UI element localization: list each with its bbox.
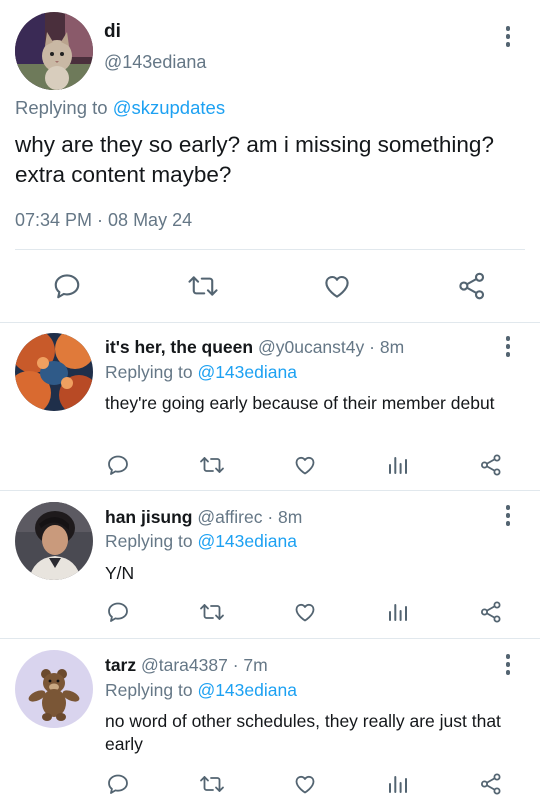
like-button[interactable]: [291, 598, 319, 626]
analytics-icon: [389, 457, 407, 474]
reply-text: they're going early because of their mem…: [105, 393, 495, 413]
reply-icon: [108, 602, 128, 622]
cat-avatar[interactable]: [15, 12, 93, 90]
more-options-icon[interactable]: [502, 505, 514, 529]
author-name[interactable]: han jisung: [105, 507, 193, 527]
replying-to-label: Replying to: [105, 680, 193, 700]
like-button[interactable]: [291, 451, 319, 479]
reply-tweet[interactable]: it's her, the queen @y0ucanst4y · 8m Rep…: [0, 323, 540, 490]
tweet-age: · 8m: [369, 337, 405, 357]
reply-button[interactable]: [50, 270, 84, 302]
more-options-icon[interactable]: [502, 654, 514, 678]
analytics-button[interactable]: [384, 451, 412, 479]
author-handle[interactable]: @tara4387: [141, 655, 228, 675]
reply-text: Y/N: [105, 563, 135, 583]
reply-icon: [54, 274, 80, 299]
analytics-icon: [389, 776, 407, 793]
share-icon: [481, 773, 501, 795]
reply-icon: [108, 774, 128, 794]
like-icon: [295, 775, 315, 794]
like-icon: [325, 275, 349, 298]
replying-to-label: Replying to: [15, 97, 108, 118]
analytics-icon: [389, 604, 407, 621]
share-button[interactable]: [455, 270, 489, 302]
teddy-bear-avatar-image: [15, 650, 93, 728]
retweet-button[interactable]: [197, 598, 227, 626]
retweet-button[interactable]: [197, 770, 227, 798]
like-button[interactable]: [291, 770, 319, 798]
person-avatar-image: [15, 502, 93, 580]
reply-header: han jisung @affirec · 8m: [105, 507, 302, 528]
reply-header: tarz @tara4387 · 7m: [105, 655, 268, 676]
author-name[interactable]: tarz: [105, 655, 136, 675]
retweet-icon: [200, 776, 224, 792]
like-icon: [295, 456, 315, 475]
like-button[interactable]: [320, 270, 354, 302]
retweet-button[interactable]: [185, 270, 221, 302]
share-button[interactable]: [477, 598, 505, 626]
reply-button[interactable]: [104, 770, 132, 798]
reply-text: no word of other schedules, they really …: [105, 711, 501, 754]
analytics-button[interactable]: [384, 598, 412, 626]
share-icon: [481, 601, 501, 623]
share-button[interactable]: [477, 770, 505, 798]
sunset-clouds-avatar[interactable]: [15, 333, 93, 411]
replying-to-label: Replying to: [105, 362, 193, 382]
replying-to: Replying to @143ediana: [105, 362, 297, 383]
author-name[interactable]: di: [104, 21, 121, 43]
person-avatar[interactable]: [15, 502, 93, 580]
retweet-icon: [200, 457, 224, 473]
replying-to: Replying to @143ediana: [105, 680, 297, 701]
reply-header: it's her, the queen @y0ucanst4y · 8m: [105, 337, 404, 358]
tweet-age: · 7m: [232, 655, 268, 675]
replying-to-link[interactable]: @skzupdates: [113, 97, 225, 118]
share-icon: [481, 454, 501, 476]
like-icon: [295, 603, 315, 622]
teddy-bear-avatar[interactable]: [15, 650, 93, 728]
replying-to-link[interactable]: @143ediana: [197, 362, 297, 382]
divider: [15, 249, 525, 250]
replying-to-link[interactable]: @143ediana: [197, 531, 297, 551]
more-options-icon[interactable]: [502, 336, 514, 360]
sunset-clouds-avatar-image: [15, 333, 93, 411]
reply-tweet[interactable]: han jisung @affirec · 8m Replying to @14…: [0, 491, 540, 638]
retweet-button[interactable]: [197, 451, 227, 479]
main-tweet: di @143ediana Replying to @skzupdates wh…: [0, 0, 540, 323]
replying-to: Replying to @skzupdates: [15, 97, 225, 119]
reply-tweet[interactable]: tarz @tara4387 · 7m Replying to @143edia…: [0, 639, 540, 810]
replying-to-label: Replying to: [105, 531, 193, 551]
reply-button[interactable]: [104, 598, 132, 626]
tweet-timestamp: 07:34 PM · 08 May 24: [15, 210, 193, 230]
tweet-text: why are they so early? am i missing some…: [15, 132, 494, 187]
tweet-age: · 8m: [267, 507, 303, 527]
replying-to-link[interactable]: @143ediana: [197, 680, 297, 700]
more-options-icon[interactable]: [502, 26, 514, 50]
cat-avatar-image: [15, 12, 93, 90]
analytics-button[interactable]: [384, 770, 412, 798]
author-handle[interactable]: @143ediana: [104, 52, 206, 73]
reply-button[interactable]: [104, 451, 132, 479]
share-button[interactable]: [477, 451, 505, 479]
author-handle[interactable]: @affirec: [197, 507, 262, 527]
author-handle[interactable]: @y0ucanst4y: [258, 337, 364, 357]
retweet-icon: [188, 276, 218, 296]
share-icon: [459, 272, 485, 300]
reply-icon: [108, 455, 128, 475]
author-name[interactable]: it's her, the queen: [105, 337, 253, 357]
replying-to: Replying to @143ediana: [105, 531, 297, 552]
retweet-icon: [200, 604, 224, 620]
